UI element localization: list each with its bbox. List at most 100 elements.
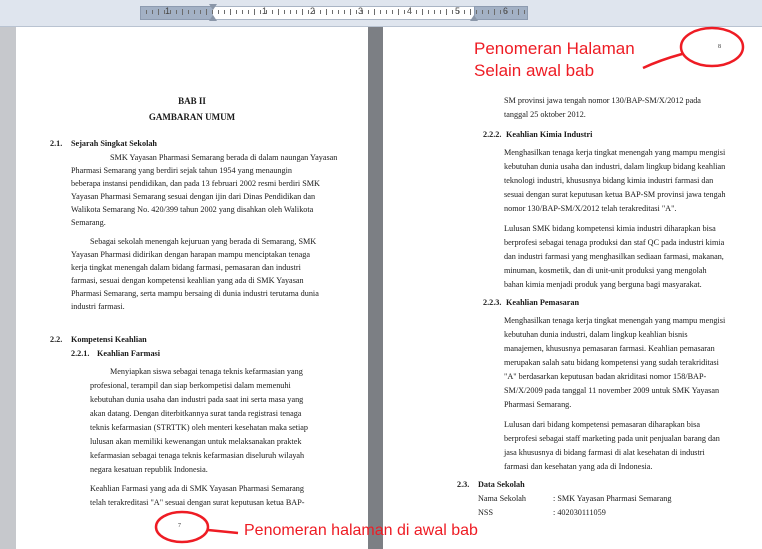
- ruler-tick: [146, 10, 147, 14]
- ruler-tick: [500, 10, 501, 14]
- ruler-tick: [182, 9, 183, 15]
- section-number: 2.2.: [50, 335, 63, 344]
- ruler-tick: [464, 10, 465, 14]
- paragraph-line: SMK Yayasan Pharmasi Semarang berada di …: [110, 153, 338, 162]
- ruler-tick: [320, 10, 321, 14]
- paragraph-line: kebutuhan dunia usaha dan industri pada …: [90, 395, 304, 404]
- paragraph-line: jasa khususnya di bidang farmasi di alat…: [504, 448, 705, 457]
- paragraph-line: beberapa instansi pendidikan, dan pada 1…: [71, 179, 320, 188]
- subsection-number: 2.2.2.: [483, 130, 502, 139]
- ruler-tick: [218, 10, 219, 14]
- ruler-tick: [458, 10, 459, 14]
- paragraph-line: tanggal 25 oktober 2012.: [504, 110, 586, 119]
- ruler-tick: [284, 10, 285, 14]
- ruler-tick: [176, 10, 177, 14]
- page-number: 8: [718, 44, 721, 50]
- ruler-tick: [224, 10, 225, 14]
- paragraph-line: Yayasan Pharmasi Semarang sesuai dengan …: [71, 192, 316, 201]
- chapter-title: GAMBARAN UMUM: [148, 112, 236, 122]
- ruler-tick: [206, 9, 207, 15]
- paragraph-line: Keahlian Farmasi yang ada di SMK Yayasan…: [90, 484, 304, 493]
- ruler-tick: [416, 10, 417, 14]
- horizontal-ruler[interactable]: 1 1 2 3 4 5 6: [0, 0, 762, 27]
- section-number: 2.3.: [457, 480, 470, 489]
- ruler-tick: [350, 9, 351, 15]
- ruler-tick: [488, 10, 489, 14]
- ruler-tick: [428, 10, 429, 14]
- paragraph-line: berprofesi sebagai staff marketing pada …: [504, 434, 720, 443]
- ruler-tick: [194, 10, 195, 14]
- ruler-tick: [260, 10, 261, 14]
- right-indent-marker[interactable]: [470, 15, 478, 21]
- paragraph-line: Pharmasi Semarang, serta mampu bersaing …: [71, 289, 319, 298]
- ruler-tick: [392, 10, 393, 14]
- paragraph-line: Semarang.: [71, 218, 106, 227]
- ruler-tick: [440, 10, 441, 14]
- section-title: Data Sekolah: [478, 480, 525, 489]
- ruler-tick: [188, 10, 189, 14]
- ruler-tick: [386, 10, 387, 14]
- ruler-tick: [308, 10, 309, 14]
- paragraph-line: farmasi dan kesehatan yang ada di Indone…: [504, 462, 653, 471]
- paragraph-line: kerja tingkat menengah dalam bidang farm…: [71, 263, 301, 272]
- paragraph-line: merupakan salah satu bidang kompetensi y…: [504, 358, 719, 367]
- paragraph-line: SM/X/2009 pada tanggal 11 november 2009 …: [504, 386, 720, 395]
- data-value: : SMK Yayasan Pharmasi Semarang: [553, 494, 672, 503]
- hanging-indent-marker[interactable]: [209, 15, 217, 21]
- annotation-label: Penomeran halaman di awal bab: [244, 522, 478, 539]
- paragraph-line: bahan kimia menjadi produk yang berguna …: [504, 280, 702, 289]
- paragraph-line: Menghasilkan tenaga kerja tingkat meneng…: [504, 148, 726, 157]
- ruler-tick: [512, 10, 513, 14]
- ruler-tick: [518, 9, 519, 15]
- section-title: Sejarah Singkat Sekolah: [71, 139, 157, 148]
- paragraph-line: Yayasan Pharmasi didirikan dengan harapa…: [71, 250, 311, 259]
- paragraph-line: Sebagai sekolah menengah kejuruan yang b…: [90, 237, 317, 246]
- paragraph-line: minuman, kosmetik, dan di unit-unit prod…: [504, 266, 707, 275]
- data-value: : 402030111059: [553, 508, 606, 517]
- paragraph-line: farmasi, sesuai dengan kompetensi keahli…: [71, 276, 304, 285]
- subsection-number: 2.2.1.: [71, 349, 90, 358]
- paragraph-line: nomor 130/BAP-SM/X/2012 telah terakredit…: [504, 204, 677, 213]
- ruler-tick: [296, 10, 297, 14]
- subsection-title: Keahlian Pemasaran: [506, 298, 580, 307]
- ruler-tick: [434, 10, 435, 14]
- ruler-tick: [290, 10, 291, 14]
- ruler-tick: [278, 9, 279, 15]
- paragraph-line: teknis kefarmasian (STRTTK) oleh menteri…: [90, 423, 308, 432]
- ruler-tick: [314, 10, 315, 14]
- ruler-tick: [242, 10, 243, 14]
- ruler-tick: [524, 10, 525, 14]
- ruler-tick: [164, 10, 165, 14]
- paragraph-line: Menghasilkan tenaga kerja tingkat meneng…: [504, 316, 726, 325]
- ruler-tick: [506, 10, 507, 14]
- paragraph-line: akan datang. Dengan diterbitkannya surat…: [90, 409, 302, 418]
- ruler-tick: [380, 10, 381, 14]
- document-page-right[interactable]: 8 SM provinsi jawa tengah nomor 130/BAP-…: [383, 27, 762, 549]
- annotation-label: Penomeran Halaman: [474, 39, 635, 58]
- ruler-tick: [452, 10, 453, 14]
- ruler-tick: [200, 10, 201, 14]
- ruler-tick: [302, 9, 303, 15]
- section-title: Kompetensi Keahlian: [71, 335, 147, 344]
- paragraph-line: industri farmasi.: [71, 302, 125, 311]
- ruler-tick: [230, 9, 231, 15]
- paragraph-line: "A" berdasarkan keputusan badan akridita…: [504, 372, 707, 381]
- first-line-indent-marker[interactable]: [209, 4, 217, 10]
- ruler-tick: [248, 10, 249, 14]
- ruler-tick: [404, 10, 405, 14]
- ruler-tick: [368, 10, 369, 14]
- paragraph-line: berprofesi sebagai tenaga produksi dan s…: [504, 238, 725, 247]
- ruler-tick: [344, 10, 345, 14]
- data-label: Nama Sekolah: [478, 494, 526, 503]
- paragraph-line: profesional, terampil dan siap berkompet…: [90, 381, 291, 390]
- ruler-tick: [374, 9, 375, 15]
- ruler-tick: [332, 10, 333, 14]
- paragraph-line: manajemen, khususnya pemasaran farmasi. …: [504, 344, 715, 353]
- paragraph-line: teknologi industri, khususnya bidang kim…: [504, 176, 714, 185]
- annotation-label: Selain awal bab: [474, 61, 595, 80]
- ruler-tick: [272, 10, 273, 14]
- document-page-left[interactable]: BAB II GAMBARAN UMUM 2.1. Sejarah Singka…: [16, 27, 368, 549]
- paragraph-line: Pharmasi Semarang yang berdiri sejak tah…: [71, 166, 293, 175]
- ruler-tick: [326, 9, 327, 15]
- ruler-tick: [254, 9, 255, 15]
